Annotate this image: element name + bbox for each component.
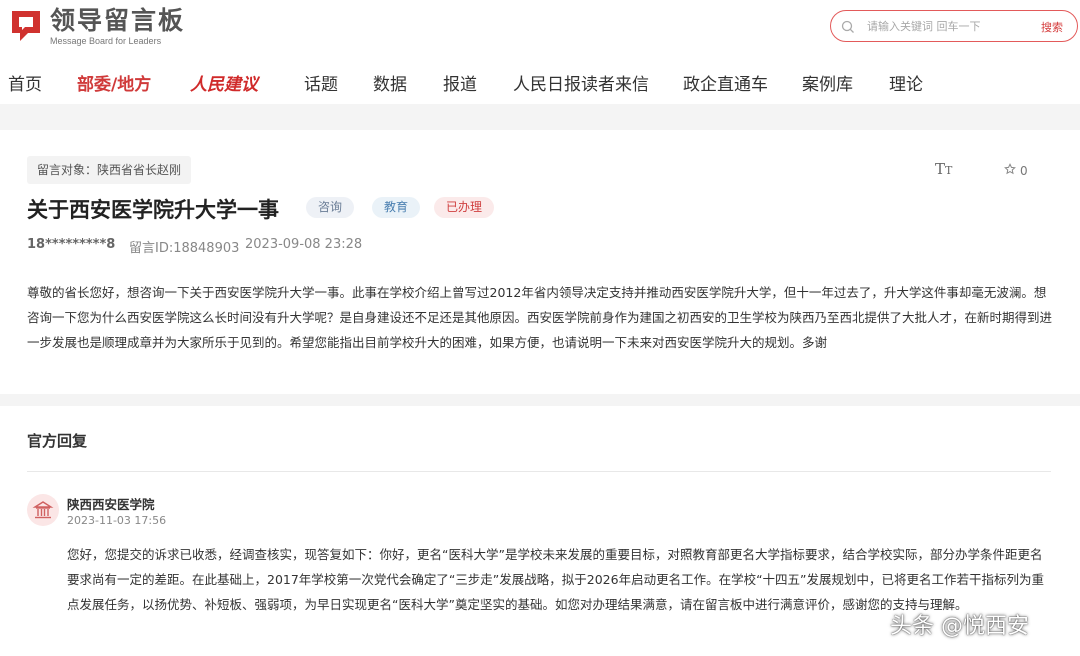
nav-item-topics[interactable]: 话题 [304, 70, 338, 95]
message-id: 留言ID:18848903 [129, 241, 240, 256]
font-size-icon[interactable]: TT [935, 160, 952, 178]
message-card: 留言对象：陕西省省长赵刚 TT 0 关于西安医学院升大学一事 咨询 教育 已办理… [0, 130, 1080, 394]
logo-mark-icon [8, 7, 44, 45]
search-input[interactable] [867, 17, 1037, 35]
nav-item-ministries[interactable]: 部委/地方 [77, 70, 151, 95]
nav-item-data[interactable]: 数据 [373, 70, 407, 95]
reply-date: 2023-11-03 17:56 [67, 514, 167, 527]
search-button[interactable]: 搜索 [1041, 19, 1063, 35]
nav-item-enterprise[interactable]: 政企直通车 [683, 70, 768, 95]
nav-item-reader-letters[interactable]: 人民日报读者来信 [513, 70, 649, 95]
watermark: 头条 @悦西安 [890, 614, 1029, 639]
nav-item-case-library[interactable]: 案例库 [802, 70, 853, 95]
message-target: 留言对象：陕西省省长赵刚 [27, 156, 192, 184]
reply-body: 您好，您提交的诉求已收悉，经调查核实，现答复如下：你好，更名“医科大学”是学校未… [67, 547, 1045, 612]
message-user: 18*********8 [27, 237, 116, 252]
nav-item-theory[interactable]: 理论 [889, 70, 923, 95]
avatar [27, 494, 59, 526]
reply-org-name: 陕西西安医学院 [67, 497, 155, 512]
star-icon [1004, 163, 1016, 178]
site-logo[interactable]: 领导留言板 Message Board for Leaders [8, 6, 185, 46]
reply-heading: 官方回复 [27, 432, 88, 450]
search-box: 搜索 [830, 10, 1078, 42]
nav-item-people-suggestions[interactable]: 人民建议 [190, 70, 258, 95]
message-title: 关于西安医学院升大学一事 [27, 198, 279, 222]
site-header: 领导留言板 Message Board for Leaders 搜索 首页 部委… [0, 0, 1080, 104]
favorite-button[interactable]: 0 [1004, 163, 1028, 178]
institution-icon [27, 501, 59, 530]
logo-title: 领导留言板 [50, 6, 186, 35]
divider [27, 471, 1051, 472]
main-nav: 首页 部委/地方 人民建议 话题 数据 报道 人民日报读者来信 政企直通车 案例… [0, 60, 1080, 100]
message-date: 2023-09-08 23:28 [245, 237, 363, 252]
tag-education[interactable]: 教育 [372, 197, 421, 218]
search-icon [841, 19, 855, 38]
message-body: 尊敬的省长您好，想咨询一下关于西安医学院升大学一事。此事在学校介绍上曾写过201… [27, 285, 1053, 350]
nav-item-reports[interactable]: 报道 [443, 70, 477, 95]
favorite-count: 0 [1020, 163, 1028, 178]
logo-subtitle: Message Board for Leaders [50, 36, 162, 46]
nav-item-home[interactable]: 首页 [8, 70, 42, 95]
tag-consult[interactable]: 咨询 [306, 197, 355, 218]
status-badge: 已办理 [434, 197, 495, 218]
